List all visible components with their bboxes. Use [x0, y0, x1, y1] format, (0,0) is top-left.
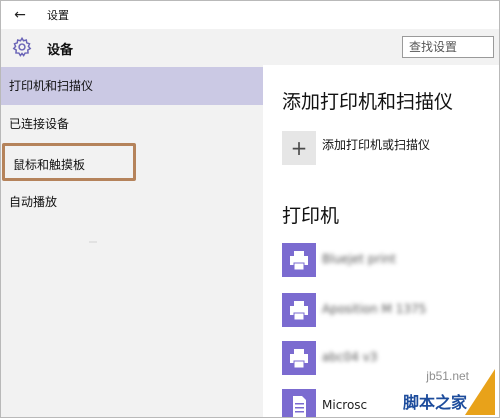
section-title-printers: 打印机	[282, 205, 340, 227]
section-title-add: 添加打印机和扫描仪	[282, 91, 454, 113]
gear-icon	[12, 36, 32, 57]
printer-item[interactable]: Aposition M 1375	[282, 293, 492, 327]
sidebar: 打印机和扫描仪 已连接设备 鼠标和触摸板 自动播放	[1, 65, 263, 417]
settings-window: ← 设置 设备 查找设置 打印机和扫描仪 已连接设备 鼠标和触摸板 自动播放 添…	[0, 0, 500, 418]
printer-icon	[282, 243, 316, 277]
sidebar-item-autoplay[interactable]: 自动播放	[1, 183, 263, 221]
printer-item[interactable]: Bluejet print	[282, 243, 492, 277]
search-input[interactable]: 查找设置	[402, 36, 494, 58]
add-printer-button[interactable]: + 添加打印机或扫描仪	[282, 131, 492, 165]
back-arrow-icon[interactable]: ←	[9, 4, 31, 26]
add-printer-label: 添加打印机或扫描仪	[322, 138, 431, 152]
page-title: 设备	[47, 43, 74, 58]
sidebar-item-connected-devices[interactable]: 已连接设备	[1, 105, 263, 143]
document-icon	[282, 389, 316, 417]
watermark: jb51.net 脚本之家	[375, 369, 495, 415]
watermark-brand: 脚本之家	[402, 393, 467, 412]
divider	[89, 241, 97, 243]
printer-name: Aposition M 1375	[322, 302, 427, 316]
sidebar-item-mouse-touchpad[interactable]: 鼠标和触摸板	[2, 143, 136, 181]
printer-icon	[282, 341, 316, 375]
printer-name: Bluejet print	[322, 252, 396, 266]
printer-name: abc04 v3	[322, 350, 378, 364]
plus-icon: +	[282, 131, 316, 165]
page-header: 设备 查找设置	[1, 29, 499, 65]
watermark-corner	[465, 369, 495, 415]
sidebar-item-printers-scanners[interactable]: 打印机和扫描仪	[1, 67, 263, 105]
printer-name: Microsc	[322, 398, 368, 412]
window-title: 设置	[47, 9, 69, 22]
title-bar: ← 设置	[1, 1, 499, 29]
watermark-site: jb51.net	[426, 369, 469, 383]
main-content: 添加打印机和扫描仪 + 添加打印机或扫描仪 打印机 Bluejet print …	[263, 65, 499, 417]
printer-icon	[282, 293, 316, 327]
